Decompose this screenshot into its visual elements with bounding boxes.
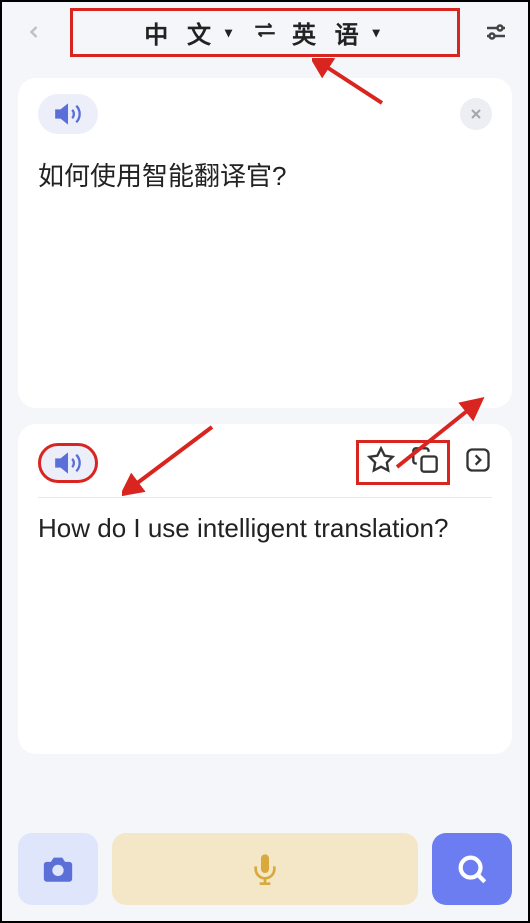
copy-button[interactable]	[411, 446, 439, 479]
camera-button[interactable]	[18, 833, 98, 905]
sliders-icon	[484, 20, 508, 44]
language-selector-bar: 中 文 ▾ 英 语 ▾	[70, 8, 460, 57]
search-button[interactable]	[432, 833, 512, 905]
speaker-icon	[54, 100, 82, 128]
target-text-card: How do I use intelligent translation?	[18, 424, 512, 754]
camera-icon	[41, 852, 75, 886]
dropdown-triangle-icon: ▾	[373, 24, 386, 41]
favorite-button[interactable]	[367, 446, 395, 479]
bottom-toolbar	[18, 833, 512, 905]
app-header: 中 文 ▾ 英 语 ▾	[2, 2, 528, 62]
export-button[interactable]	[464, 446, 492, 479]
target-toolbar	[38, 440, 492, 498]
target-tools-group	[356, 440, 450, 485]
clear-button[interactable]	[460, 98, 492, 130]
search-icon	[455, 852, 489, 886]
content-area: 如何使用智能翻译官? How do I use i	[2, 62, 528, 770]
dropdown-triangle-icon: ▾	[225, 24, 238, 41]
source-speak-button[interactable]	[38, 94, 98, 134]
source-text-card: 如何使用智能翻译官?	[18, 78, 512, 408]
microphone-button[interactable]	[112, 833, 418, 905]
source-toolbar	[38, 94, 492, 146]
star-icon	[367, 446, 395, 474]
swap-languages-button[interactable]	[252, 17, 278, 48]
target-text: How do I use intelligent translation?	[38, 510, 492, 546]
target-language-dropdown[interactable]: 英 语 ▾	[292, 15, 386, 50]
chevron-left-icon	[24, 22, 44, 42]
source-language-dropdown[interactable]: 中 文 ▾	[144, 15, 238, 50]
export-icon	[464, 446, 492, 474]
target-speak-button[interactable]	[38, 443, 98, 483]
settings-button[interactable]	[480, 16, 512, 48]
close-icon	[468, 106, 484, 122]
swap-icon	[252, 17, 278, 43]
target-language-label: 英 语	[292, 15, 365, 50]
source-language-label: 中 文	[144, 15, 217, 50]
speaker-icon	[54, 449, 82, 477]
source-text[interactable]: 如何使用智能翻译官?	[38, 158, 492, 194]
microphone-icon	[249, 853, 281, 885]
back-button[interactable]	[18, 16, 50, 48]
copy-icon	[411, 446, 439, 474]
